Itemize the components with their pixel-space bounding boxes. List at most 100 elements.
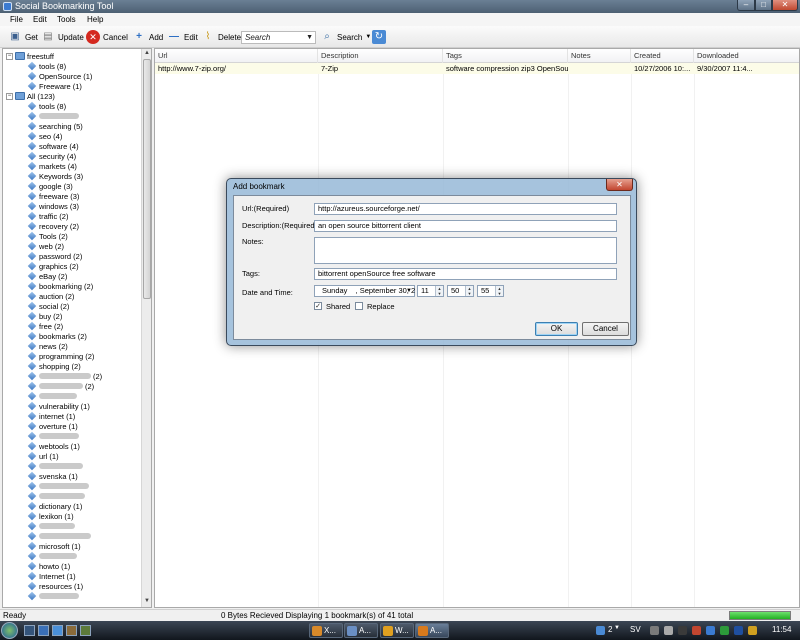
tree-item[interactable]: howto (1) bbox=[27, 561, 70, 571]
tree-scrollbar[interactable]: ▲ ▼ bbox=[141, 49, 151, 607]
scroll-down-icon[interactable]: ▼ bbox=[144, 598, 150, 604]
tree-item[interactable] bbox=[27, 461, 83, 471]
tree-item[interactable]: Keywords (3) bbox=[27, 171, 83, 181]
tree-item[interactable]: (2) bbox=[27, 371, 102, 381]
dialog-close-button[interactable]: ✕ bbox=[606, 179, 633, 191]
tree-item[interactable]: searching (5) bbox=[27, 121, 83, 131]
media-icon[interactable] bbox=[80, 625, 91, 636]
tree-item[interactable]: url (1) bbox=[27, 451, 59, 461]
tree-item[interactable]: news (2) bbox=[27, 341, 68, 351]
tree-item[interactable]: seo (4) bbox=[27, 131, 62, 141]
clock[interactable]: 11:54 bbox=[772, 625, 791, 634]
tree-item[interactable]: security (4) bbox=[27, 151, 76, 161]
tray-icon[interactable] bbox=[692, 626, 701, 635]
tree-node-all[interactable]: − All (123) bbox=[6, 91, 55, 101]
collapse-icon[interactable]: − bbox=[6, 52, 13, 60]
replace-checkbox[interactable] bbox=[355, 302, 363, 310]
menu-file[interactable]: File bbox=[10, 15, 23, 24]
tree-item[interactable]: bookmarking (2) bbox=[27, 281, 93, 291]
language-indicator[interactable]: SV bbox=[630, 625, 641, 634]
collapse-icon[interactable]: − bbox=[6, 92, 13, 100]
menu-tools[interactable]: Tools bbox=[57, 15, 76, 24]
tree-item[interactable]: internet (1) bbox=[27, 411, 75, 421]
taskbar-item[interactable]: X... bbox=[309, 623, 343, 638]
spin-arrows-icon[interactable]: ▲ ▼ bbox=[435, 286, 443, 296]
taskbar-item[interactable]: W... bbox=[380, 623, 414, 638]
spin-arrows-icon[interactable]: ▲ ▼ bbox=[495, 286, 503, 296]
tree-item[interactable]: web (2) bbox=[27, 241, 64, 251]
tree-item[interactable]: eBay (2) bbox=[27, 271, 67, 281]
edit-button[interactable]: — Edit bbox=[167, 29, 198, 45]
column-header-downloaded[interactable]: Downloaded bbox=[694, 49, 799, 63]
dialog-cancel-button[interactable]: Cancel bbox=[582, 322, 629, 336]
browser-icon[interactable] bbox=[52, 625, 63, 636]
tree-item[interactable] bbox=[27, 481, 89, 491]
column-header-url[interactable]: Url bbox=[155, 49, 318, 63]
tree-item[interactable]: google (3) bbox=[27, 181, 73, 191]
second-stepper[interactable]: 55 ▲ ▼ bbox=[477, 285, 504, 297]
tree-item[interactable]: shopping (2) bbox=[27, 361, 81, 371]
maximize-button[interactable]: □ bbox=[755, 0, 772, 11]
get-button[interactable]: ▣ Get bbox=[8, 29, 38, 45]
tree-item[interactable]: lexikon (1) bbox=[27, 511, 74, 521]
tags-field[interactable]: bittorrent openSource free software bbox=[314, 268, 617, 280]
tree-item[interactable]: Freeware (1) bbox=[27, 81, 82, 91]
url-field[interactable]: http://azureus.sourceforge.net/ bbox=[314, 203, 617, 215]
tree-item[interactable]: tools (8) bbox=[27, 101, 66, 111]
tree-item[interactable] bbox=[27, 531, 91, 541]
column-header-notes[interactable]: Notes bbox=[568, 49, 631, 63]
spin-arrows-icon[interactable]: ▲ ▼ bbox=[465, 286, 473, 296]
tree-node-freestuff[interactable]: − freestuff bbox=[6, 51, 54, 61]
tree-item[interactable]: freeware (3) bbox=[27, 191, 79, 201]
tree-item[interactable] bbox=[27, 521, 75, 531]
tree-item[interactable] bbox=[27, 591, 79, 601]
refresh-button[interactable]: ↻ bbox=[372, 29, 386, 45]
switch-windows-icon[interactable] bbox=[38, 625, 49, 636]
column-header-created[interactable]: Created bbox=[631, 49, 694, 63]
hour-stepper[interactable]: 11 ▲ ▼ bbox=[417, 285, 444, 297]
tree-item[interactable]: password (2) bbox=[27, 251, 82, 261]
chevron-down-icon[interactable]: ▼ bbox=[406, 286, 412, 296]
tree-item[interactable]: graphics (2) bbox=[27, 261, 79, 271]
volume-icon[interactable] bbox=[664, 626, 673, 635]
update-button[interactable]: ▤ Update bbox=[41, 29, 84, 45]
search-dropdown-icon[interactable]: ▼ bbox=[365, 34, 371, 40]
tray-expand-icon[interactable]: ▼ bbox=[614, 625, 620, 631]
tree-item[interactable]: software (4) bbox=[27, 141, 79, 151]
notes-field[interactable] bbox=[314, 237, 617, 264]
tree-item[interactable]: bookmarks (2) bbox=[27, 331, 87, 341]
tree-item[interactable]: svenska (1) bbox=[27, 471, 78, 481]
shared-checkbox[interactable]: ✓ bbox=[314, 302, 322, 310]
tray-icon[interactable] bbox=[706, 626, 715, 635]
tree-item[interactable]: programming (2) bbox=[27, 351, 94, 361]
start-button[interactable] bbox=[1, 622, 18, 639]
tree-item[interactable] bbox=[27, 551, 77, 561]
tree-item[interactable] bbox=[27, 431, 79, 441]
column-header-description[interactable]: Description bbox=[318, 49, 443, 63]
menu-edit[interactable]: Edit bbox=[33, 15, 47, 24]
tree-item[interactable]: Internet (1) bbox=[27, 571, 76, 581]
tree-item[interactable] bbox=[27, 391, 77, 401]
date-picker[interactable]: Sunday , September 30, 2 ▼ bbox=[314, 285, 415, 297]
tree-item[interactable]: recovery (2) bbox=[27, 221, 79, 231]
tree-item[interactable]: tools (8) bbox=[27, 61, 66, 71]
tree-item[interactable]: markets (4) bbox=[27, 161, 77, 171]
ok-button[interactable]: OK bbox=[535, 322, 578, 336]
tree-item[interactable]: traffic (2) bbox=[27, 211, 68, 221]
tray-icon[interactable] bbox=[720, 626, 729, 635]
taskbar-item[interactable]: A... bbox=[344, 623, 378, 638]
tree-item[interactable]: OpenSource (1) bbox=[27, 71, 92, 81]
delete-button[interactable]: ⌇ Delete bbox=[201, 29, 242, 45]
taskbar-item[interactable]: A... bbox=[415, 623, 449, 638]
chevron-down-icon[interactable]: ▼ bbox=[306, 32, 313, 43]
tree-item[interactable]: social (2) bbox=[27, 301, 69, 311]
show-desktop-icon[interactable] bbox=[24, 625, 35, 636]
tree-item[interactable]: resources (1) bbox=[27, 581, 83, 591]
cancel-button[interactable]: ✕ Cancel bbox=[86, 29, 128, 45]
tree-item[interactable]: overture (1) bbox=[27, 421, 78, 431]
add-button[interactable]: + Add bbox=[132, 29, 163, 45]
tray-app-icon[interactable] bbox=[596, 626, 605, 635]
table-row[interactable]: http://www.7-zip.org/ 7-Zip software com… bbox=[155, 63, 799, 74]
tray-icon[interactable] bbox=[678, 626, 687, 635]
tree-item[interactable]: buy (2) bbox=[27, 311, 62, 321]
